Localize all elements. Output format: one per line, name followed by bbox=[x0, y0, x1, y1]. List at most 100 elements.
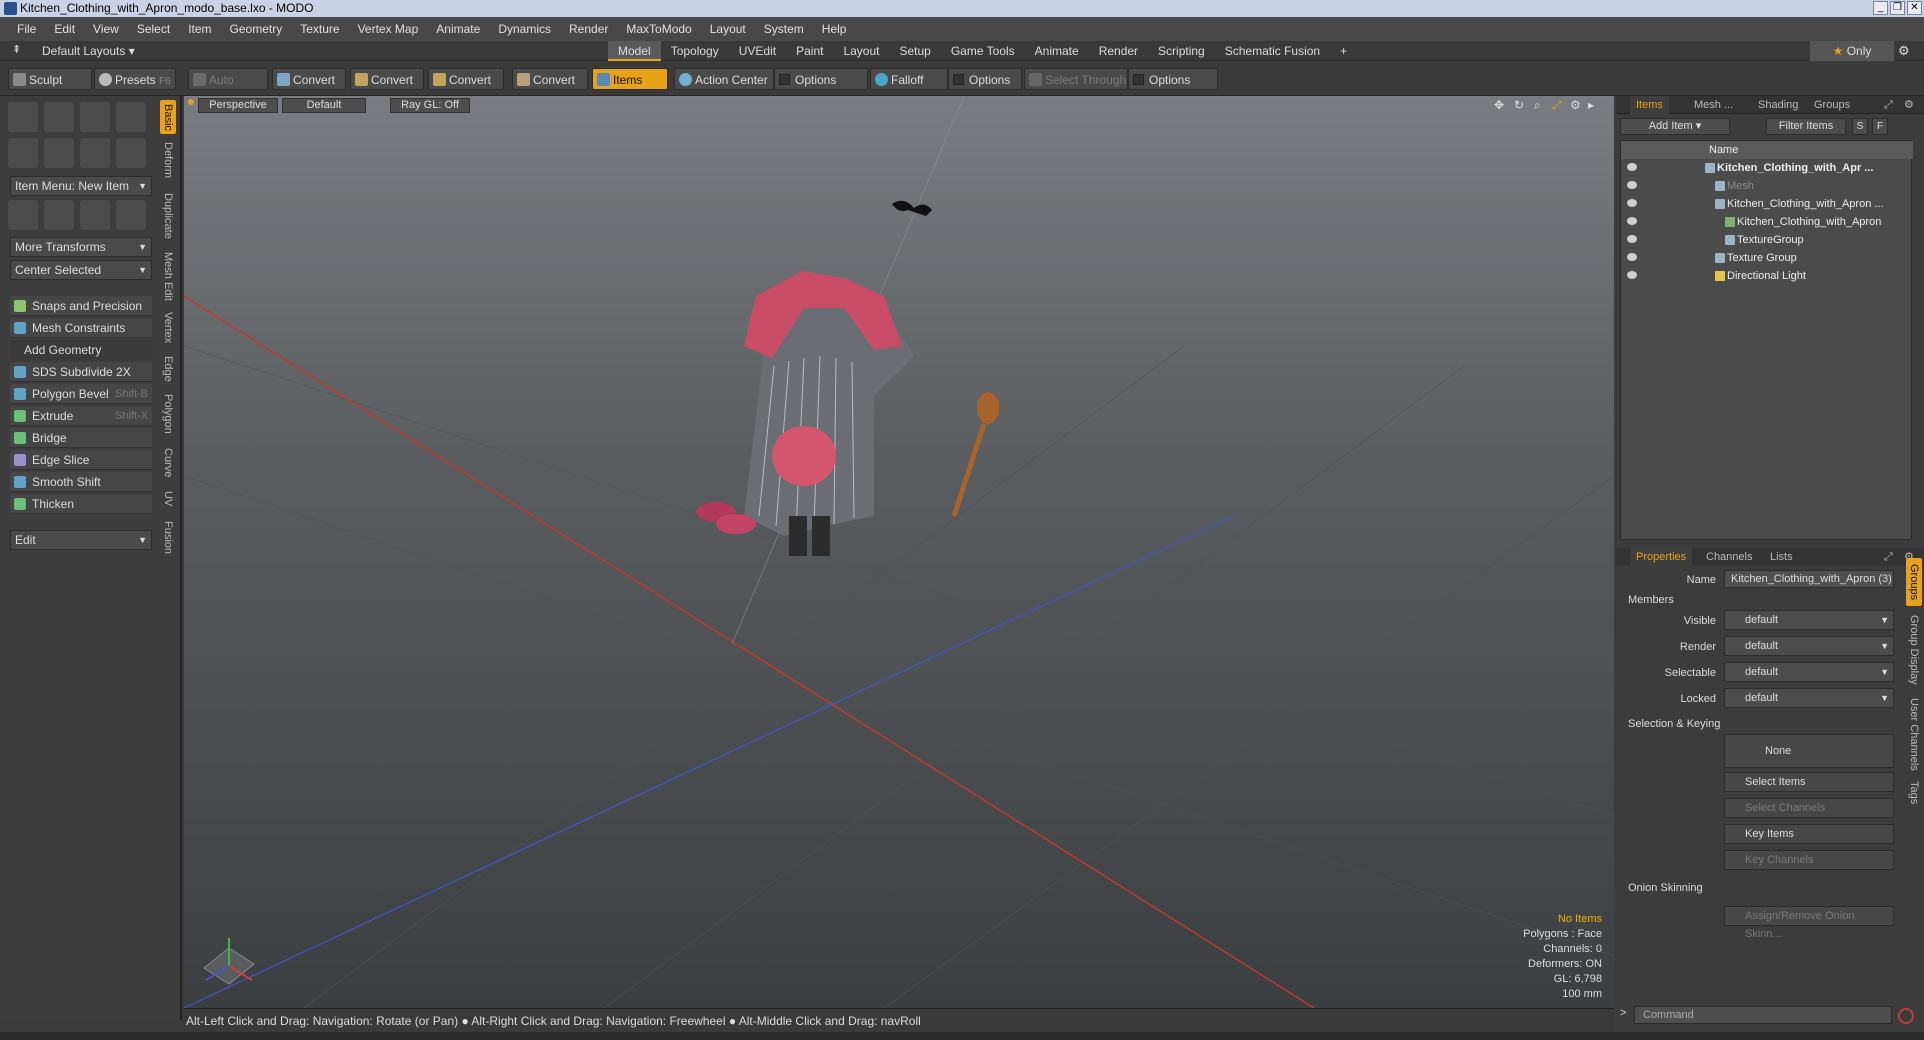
wooden-spoon-model[interactable] bbox=[951, 392, 999, 517]
sunglasses-model[interactable] bbox=[892, 200, 932, 216]
torus-icon[interactable] bbox=[8, 138, 38, 168]
expand-icon[interactable]: ⤢ bbox=[1878, 96, 1899, 114]
eye-icon[interactable] bbox=[1627, 217, 1637, 225]
filter-items-input[interactable]: Filter Items bbox=[1766, 118, 1846, 135]
vtab-deform[interactable]: Deform bbox=[160, 138, 176, 182]
convert-materials-button[interactable]: Convert bbox=[512, 68, 588, 90]
select-items-button[interactable]: Select Items bbox=[1724, 772, 1894, 792]
vtab-edge[interactable]: Edge bbox=[160, 352, 176, 386]
default-layouts-dropdown[interactable]: Default Layouts ▾ bbox=[42, 44, 135, 58]
vtab-user-channels[interactable]: User Channels bbox=[1906, 694, 1922, 774]
presets-button[interactable]: Presets F6 bbox=[94, 68, 176, 90]
pen-icon[interactable] bbox=[80, 138, 110, 168]
tree-row[interactable]: Mesh bbox=[1621, 177, 1913, 195]
tab-animate[interactable]: Animate bbox=[1025, 41, 1089, 61]
eye-icon[interactable] bbox=[1627, 199, 1637, 207]
cube-icon[interactable] bbox=[8, 102, 38, 132]
vtab-mesh-edit[interactable]: Mesh Edit bbox=[160, 248, 176, 304]
menu-help[interactable]: Help bbox=[813, 22, 856, 36]
sds-subdivide-button[interactable]: SDS Subdivide 2X bbox=[10, 362, 152, 382]
items-mode-button[interactable]: Items bbox=[592, 68, 668, 90]
restore-button[interactable]: ❐ bbox=[1890, 1, 1905, 15]
minimize-button[interactable]: _ bbox=[1873, 1, 1888, 15]
smooth-shift-button[interactable]: Smooth Shift bbox=[10, 472, 152, 492]
vtab-curve[interactable]: Curve bbox=[160, 444, 176, 482]
convert-edges-button[interactable]: Convert bbox=[350, 68, 424, 90]
viewport-menu-icon[interactable]: ▸ bbox=[1588, 98, 1594, 112]
tab-mesh[interactable]: Mesh ... bbox=[1688, 96, 1739, 114]
eye-icon[interactable] bbox=[1627, 253, 1637, 261]
rotate-icon[interactable] bbox=[80, 200, 110, 230]
snaps-precision-button[interactable]: Snaps and Precision bbox=[10, 296, 152, 316]
tree-row[interactable]: Texture Group bbox=[1621, 249, 1913, 267]
extrude-button[interactable]: Extrude Shift-X bbox=[10, 406, 152, 426]
tab-setup[interactable]: Setup bbox=[889, 41, 940, 61]
grid-icon[interactable] bbox=[44, 200, 74, 230]
text-icon[interactable] bbox=[116, 138, 146, 168]
zoom-icon[interactable]: ⌕ bbox=[1534, 98, 1541, 113]
menu-animate[interactable]: Animate bbox=[427, 22, 489, 36]
action-center-button[interactable]: Action Center bbox=[674, 68, 774, 90]
polygon-bevel-button[interactable]: Polygon Bevel Shift-B bbox=[10, 384, 152, 404]
options-checkbox-1[interactable]: Options bbox=[774, 68, 868, 90]
add-item-button[interactable]: Add Item ▾ bbox=[1620, 118, 1730, 135]
tree-row[interactable]: Kitchen_Clothing_with_Apron bbox=[1621, 213, 1913, 231]
sculpt-button[interactable]: Sculpt bbox=[8, 68, 92, 90]
tab-layout[interactable]: Layout bbox=[833, 41, 889, 61]
gear-icon[interactable]: ⚙ bbox=[1898, 96, 1920, 114]
options-checkbox-2[interactable]: Options bbox=[948, 68, 1022, 90]
eye-icon[interactable] bbox=[1627, 181, 1637, 189]
tab-shading[interactable]: Shading bbox=[1752, 96, 1804, 114]
close-button[interactable]: ✕ bbox=[1907, 1, 1922, 15]
menu-texture[interactable]: Texture bbox=[291, 22, 348, 36]
sphere-icon[interactable] bbox=[44, 102, 74, 132]
eye-icon[interactable] bbox=[1627, 163, 1637, 171]
menu-view[interactable]: View bbox=[84, 22, 128, 36]
convert-vertices-button[interactable]: Convert bbox=[272, 68, 346, 90]
perspective-button[interactable]: Perspective bbox=[198, 98, 278, 113]
tree-row[interactable]: TextureGroup bbox=[1621, 231, 1913, 249]
tree-row[interactable]: Directional Light bbox=[1621, 267, 1913, 285]
menu-item[interactable]: Item bbox=[179, 22, 220, 36]
add-tab-button[interactable]: + bbox=[1330, 41, 1357, 61]
vtab-duplicate[interactable]: Duplicate bbox=[160, 188, 176, 244]
menu-file[interactable]: File bbox=[8, 22, 45, 36]
f-button[interactable]: F bbox=[1872, 118, 1888, 135]
key-channels-button[interactable]: Key Channels bbox=[1724, 850, 1894, 870]
tab-model[interactable]: Model bbox=[608, 41, 661, 61]
selectable-dropdown[interactable]: default ▼ bbox=[1724, 662, 1894, 682]
render-dropdown[interactable]: default ▼ bbox=[1724, 636, 1894, 656]
options-checkbox-3[interactable]: Options bbox=[1128, 68, 1218, 90]
tree-row[interactable]: Kitchen_Clothing_with_Apr ... bbox=[1621, 159, 1913, 177]
eye-icon[interactable] bbox=[1627, 271, 1637, 279]
members-section[interactable]: Members bbox=[1628, 594, 1674, 606]
only-toggle[interactable]: ★ Only bbox=[1810, 41, 1894, 61]
3d-viewport[interactable]: Perspective Default Ray GL: Off ✥ ↻ ⌕ ⤢ … bbox=[184, 96, 1614, 1008]
select-through-button[interactable]: Select Through bbox=[1024, 68, 1128, 90]
expand-icon[interactable]: ⤢ bbox=[1878, 548, 1899, 566]
capsule-icon[interactable] bbox=[44, 138, 74, 168]
tab-paint[interactable]: Paint bbox=[786, 41, 833, 61]
selection-keying-section[interactable]: Selection & Keying bbox=[1628, 718, 1720, 730]
tab-uvedit[interactable]: UVEdit bbox=[729, 41, 786, 61]
fit-icon[interactable]: ⤢ bbox=[1552, 98, 1562, 113]
tab-topology[interactable]: Topology bbox=[661, 41, 729, 61]
layout-arrow-icon[interactable]: ⇞ bbox=[12, 43, 21, 56]
center-selected-dropdown[interactable]: Center Selected ▼ bbox=[10, 260, 152, 280]
key-items-button[interactable]: Key Items bbox=[1724, 824, 1894, 844]
menu-select[interactable]: Select bbox=[128, 22, 179, 36]
transform-icon[interactable] bbox=[8, 200, 38, 230]
edge-slice-button[interactable]: Edge Slice bbox=[10, 450, 152, 470]
assign-onion-button[interactable]: Assign/Remove Onion Skinn... bbox=[1724, 906, 1894, 940]
vtab-groups[interactable]: Groups bbox=[1906, 558, 1922, 606]
tab-lists[interactable]: Lists bbox=[1764, 548, 1799, 566]
cone-icon[interactable] bbox=[116, 102, 146, 132]
command-input[interactable]: Command bbox=[1634, 1006, 1892, 1024]
thicken-button[interactable]: Thicken bbox=[10, 494, 152, 514]
more-transforms-dropdown[interactable]: More Transforms ▼ bbox=[10, 237, 152, 257]
tree-row[interactable]: Kitchen_Clothing_with_Apron ... bbox=[1621, 195, 1913, 213]
tab-properties[interactable]: Properties bbox=[1630, 548, 1693, 566]
record-icon[interactable] bbox=[1898, 1008, 1914, 1024]
item-menu-dropdown[interactable]: Item Menu: New Item ▼ bbox=[10, 176, 152, 196]
s-button[interactable]: S bbox=[1852, 118, 1868, 135]
